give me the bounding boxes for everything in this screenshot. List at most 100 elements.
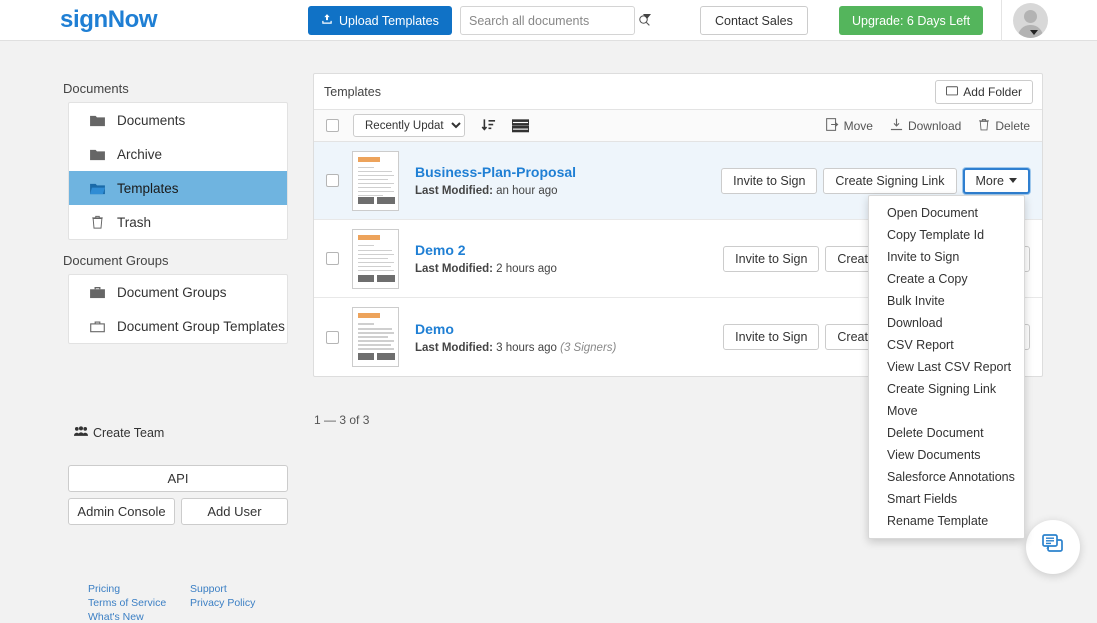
row-checkbox[interactable]: [326, 174, 339, 187]
thumb-line: [358, 183, 394, 185]
sidebar-group-title-documents: Documents: [63, 81, 129, 96]
thumb-header-bar: [358, 313, 380, 318]
sidebar-item-trash[interactable]: Trash: [69, 205, 287, 239]
sidebar-item-document-groups[interactable]: Document Groups: [69, 275, 287, 309]
thumb-line: [358, 323, 374, 325]
download-icon: [890, 118, 903, 134]
menu-item-rename-template[interactable]: Rename Template: [869, 510, 1024, 532]
panel-toolbar: Recently Updated Move Download: [314, 110, 1042, 142]
footer-links: Pricing Support Terms of Service Privacy…: [88, 583, 255, 623]
sidebar-item-document-group-templates[interactable]: Document Group Templates: [69, 309, 287, 343]
thumb-signature-block: [358, 353, 374, 360]
meta-label: Last Modified:: [415, 263, 493, 275]
invite-to-sign-button[interactable]: Invite to Sign: [721, 168, 817, 194]
upload-templates-button[interactable]: Upload Templates: [308, 6, 452, 35]
search-input[interactable]: [461, 14, 638, 28]
add-folder-label: Add Folder: [963, 85, 1022, 99]
invite-to-sign-button[interactable]: Invite to Sign: [723, 324, 819, 350]
thumb-line: [358, 254, 394, 256]
document-thumbnail: [352, 307, 399, 367]
sidebar-item-label: Templates: [117, 181, 179, 196]
document-name-link[interactable]: Demo 2: [415, 242, 557, 258]
more-dropdown-menu: Open Document Copy Template Id Invite to…: [868, 195, 1025, 539]
pagination: 1 — 3 of 3: [314, 413, 369, 427]
download-button[interactable]: Download: [890, 118, 961, 134]
delete-button[interactable]: Delete: [978, 118, 1030, 134]
sort-descending-icon[interactable]: [481, 118, 496, 133]
menu-item-view-last-csv-report[interactable]: View Last CSV Report: [869, 356, 1024, 378]
upload-icon: [321, 13, 333, 28]
menu-item-smart-fields[interactable]: Smart Fields: [869, 488, 1024, 510]
row-checkbox[interactable]: [326, 252, 339, 265]
add-folder-button[interactable]: Add Folder: [935, 80, 1033, 104]
invite-to-sign-button[interactable]: Invite to Sign: [723, 246, 819, 272]
menu-item-delete-document[interactable]: Delete Document: [869, 422, 1024, 444]
menu-item-salesforce-annotations[interactable]: Salesforce Annotations: [869, 466, 1024, 488]
menu-item-move[interactable]: Move: [869, 400, 1024, 422]
thumb-line: [358, 348, 394, 350]
page-title: Templates: [324, 85, 381, 99]
move-icon: [826, 118, 839, 134]
thumb-signature-block: [358, 275, 374, 282]
meta-value: 3 hours ago: [496, 342, 557, 354]
document-name-link[interactable]: Business-Plan-Proposal: [415, 164, 576, 180]
select-all-checkbox[interactable]: [326, 119, 339, 132]
api-button[interactable]: API: [68, 465, 288, 492]
sidebar-item-templates[interactable]: Templates: [69, 171, 287, 205]
link-terms-of-service[interactable]: Terms of Service: [88, 597, 190, 609]
menu-item-invite-to-sign[interactable]: Invite to Sign: [869, 246, 1024, 268]
row-checkbox[interactable]: [326, 331, 339, 344]
briefcase-outline-icon: [89, 318, 105, 334]
upgrade-button[interactable]: Upgrade: 6 Days Left: [839, 6, 983, 35]
list-view-icon[interactable]: [512, 119, 529, 133]
contact-sales-button[interactable]: Contact Sales: [700, 6, 808, 35]
menu-item-create-signing-link[interactable]: Create Signing Link: [869, 378, 1024, 400]
folder-icon: [89, 112, 105, 128]
app-logo[interactable]: signNow: [60, 6, 157, 34]
admin-console-button[interactable]: Admin Console: [68, 498, 175, 525]
sidebar-item-documents[interactable]: Documents: [69, 103, 287, 137]
sort-select[interactable]: Recently Updated: [353, 114, 465, 137]
thumb-line: [358, 340, 394, 342]
sidebar-item-archive[interactable]: Archive: [69, 137, 287, 171]
menu-item-csv-report[interactable]: CSV Report: [869, 334, 1024, 356]
meta-value: 2 hours ago: [496, 263, 557, 275]
more-button[interactable]: More: [963, 168, 1030, 194]
thumb-line: [358, 171, 392, 173]
chat-button[interactable]: [1026, 520, 1080, 574]
meta-value: an hour ago: [496, 185, 557, 197]
avatar-head: [1024, 10, 1037, 23]
link-whats-new[interactable]: What's New: [88, 611, 190, 623]
thumb-line: [358, 175, 394, 177]
menu-item-bulk-invite[interactable]: Bulk Invite: [869, 290, 1024, 312]
create-signing-link-button[interactable]: Create Signing Link: [823, 168, 956, 194]
search-box[interactable]: [460, 6, 635, 35]
document-meta: Last Modified: 2 hours ago: [415, 263, 557, 275]
account-chevron-down-icon[interactable]: [1030, 30, 1038, 35]
add-user-button[interactable]: Add User: [181, 498, 288, 525]
sidebar: Documents Documents Archive Templates Tr…: [0, 41, 300, 585]
menu-item-create-a-copy[interactable]: Create a Copy: [869, 268, 1024, 290]
document-name-link[interactable]: Demo: [415, 321, 616, 337]
thumb-line: [358, 344, 391, 346]
search-filter-chevron-down-icon[interactable]: [643, 14, 651, 19]
move-button[interactable]: Move: [826, 118, 873, 134]
toolbar-bulk-actions: Move Download Delete: [826, 118, 1030, 134]
link-privacy-policy[interactable]: Privacy Policy: [190, 597, 255, 609]
menu-item-open-document[interactable]: Open Document: [869, 202, 1024, 224]
document-thumbnail: [352, 229, 399, 289]
signers-count: (3 Signers): [560, 342, 616, 354]
app-header: signNow Upload Templates Contact Sales U…: [0, 0, 1097, 41]
menu-item-view-documents[interactable]: View Documents: [869, 444, 1024, 466]
more-label: More: [976, 174, 1004, 188]
thumb-line: [358, 328, 392, 330]
menu-item-copy-template-id[interactable]: Copy Template Id: [869, 224, 1024, 246]
folder-open-icon: [89, 180, 105, 196]
thumb-header-bar: [358, 235, 380, 240]
create-team-button[interactable]: Create Team: [74, 426, 164, 440]
document-meta: Last Modified: an hour ago: [415, 185, 576, 197]
thumb-signature-block: [377, 275, 395, 282]
thumb-line: [358, 266, 391, 268]
menu-item-download[interactable]: Download: [869, 312, 1024, 334]
row-actions: Invite to Sign Create Signing Link More: [721, 168, 1030, 194]
